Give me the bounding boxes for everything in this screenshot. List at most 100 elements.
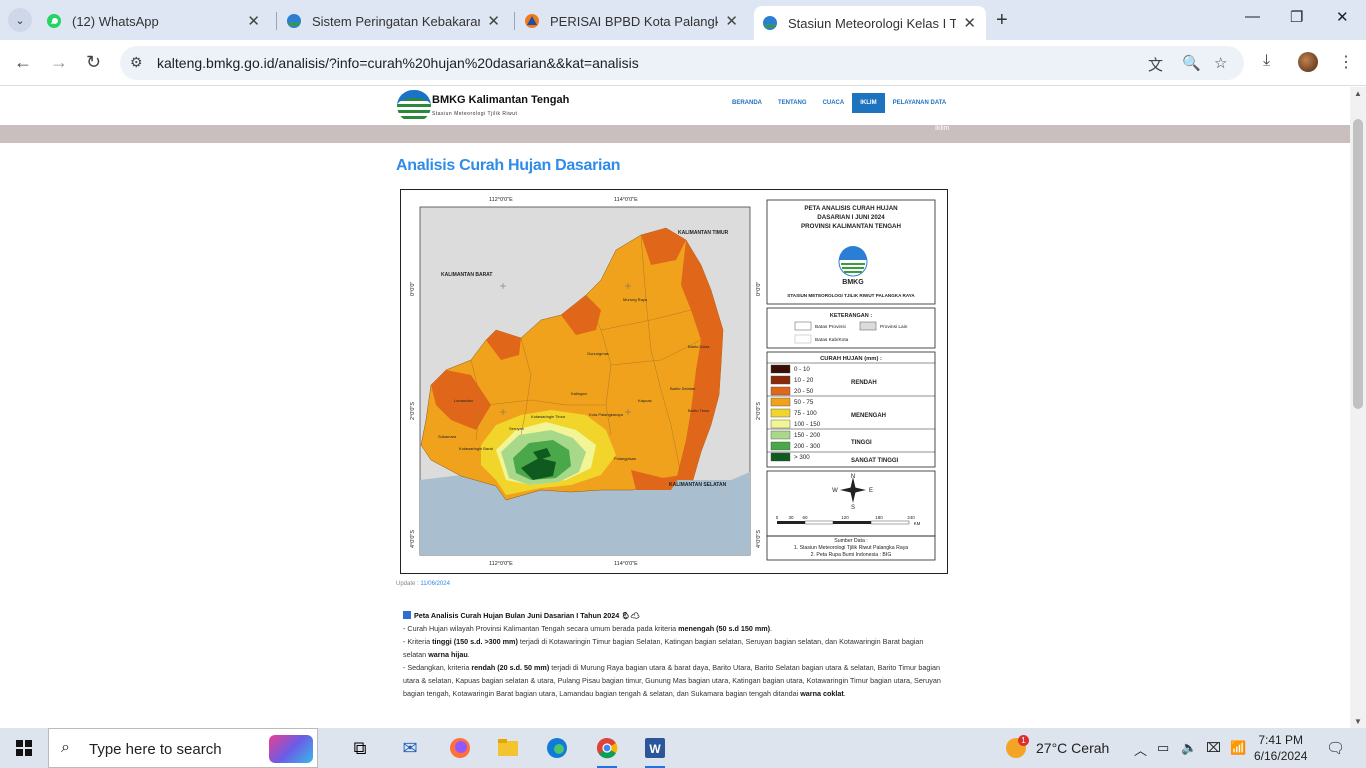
scale-tick: 60 (802, 515, 808, 520)
scale-tick: 180 (875, 515, 883, 520)
close-icon[interactable]: ✕ (963, 14, 976, 32)
search-icon: ⌕ (61, 739, 70, 756)
restore-button[interactable]: ❐ (1290, 8, 1303, 26)
kab-label: Kotawaringin Timur (531, 414, 566, 419)
chevron-up-icon[interactable]: ︿ (1134, 740, 1147, 759)
legend-rows: 0 - 10 10 - 20 20 - 50 50 - 75 75 - 100 100 -… (770, 364, 821, 462)
nav-tentang[interactable]: TENTANG (770, 93, 815, 113)
info-square-icon (403, 611, 411, 619)
profile-avatar[interactable] (1298, 52, 1318, 72)
weather-badge: 1 (1018, 735, 1029, 746)
region-label: KALIMANTAN TIMUR (678, 230, 729, 236)
close-icon[interactable]: ✕ (487, 12, 500, 30)
zoom-icon[interactable]: 🔍 (1182, 54, 1201, 72)
kab-label: Katingan (571, 391, 587, 396)
legend-range: 0 - 10 (794, 366, 810, 373)
keterangan-label: Provinsi Lain (880, 324, 908, 330)
back-arrow-icon[interactable]: ← (14, 52, 32, 73)
close-icon[interactable]: ✕ (247, 12, 260, 30)
sumber-line: 2. Peta Rupa Bumi Indonesia : BIG (811, 552, 892, 558)
legend-swatch (770, 364, 791, 374)
tab-sistem-peringatan[interactable]: Sistem Peringatan Kebakaran H ✕ (278, 6, 510, 36)
grid-label-left: 0°0'0" (410, 282, 416, 296)
url-text[interactable]: kalteng.bmkg.go.id/analisis/?info=curah%… (157, 55, 639, 71)
update-date: 11/06/2024 (420, 581, 450, 587)
rainfall-map-figure: 112°0'0"E 114°0'0"E 112°0'0"E 114°0'0"E … (400, 189, 948, 574)
weather-text[interactable]: 27°C Cerah (1036, 740, 1109, 756)
legend-title: PROVINSI KALIMANTAN TENGAH (801, 223, 901, 230)
system-clock[interactable]: 7:41 PM 6/16/2024 (1254, 732, 1307, 764)
site-header: BMKG Kalimantan Tengah Stasiun Meteorolo… (0, 87, 1350, 125)
update-info: Update : 11/06/2024 (396, 581, 450, 587)
description: Peta Analisis Curah Hujan Bulan Juni Das… (403, 609, 948, 700)
forward-arrow-icon[interactable]: → (50, 52, 68, 73)
tab-label: PERISAI BPBD Kota Palangka Ra (550, 13, 718, 29)
site-info-icon[interactable]: ⚙ (130, 54, 143, 71)
scroll-down-icon[interactable]: ▼ (1354, 717, 1362, 726)
mail-icon[interactable]: ✉ (396, 734, 424, 762)
word-icon[interactable]: W (641, 734, 669, 768)
battery-icon[interactable]: ▭ (1157, 740, 1169, 756)
search-placeholder[interactable]: Type here to search (89, 741, 222, 758)
tab-search-button[interactable]: ⌄ (8, 8, 32, 32)
nav-iklim[interactable]: IKLIM (852, 93, 885, 113)
compass-label: E (869, 488, 873, 494)
legend-range: 75 - 100 (794, 410, 817, 417)
nav-cuaca[interactable]: CUACA (815, 93, 853, 113)
station-text: STASIUN METEOROLOGI TJILIK RIWUT PALANGK… (787, 293, 915, 298)
wifi-icon[interactable]: 📶 (1230, 740, 1246, 756)
browser-toolbar: ← → ↻ ⚙ kalteng.bmkg.go.id/analisis/?inf… (0, 40, 1366, 86)
translate-icon[interactable]: 文 (1148, 54, 1163, 75)
bmkg-logo-icon[interactable] (397, 90, 431, 122)
network-device-icon[interactable]: ⌧ (1206, 740, 1221, 756)
menu-dots-icon[interactable]: ⋮ (1338, 52, 1354, 72)
legend-range: 50 - 75 (794, 399, 814, 406)
tab-whatsapp[interactable]: (12) WhatsApp ✕ (38, 6, 270, 36)
category-label: SANGAT TINGGI (851, 458, 899, 464)
logo-title[interactable]: BMKG Kalimantan Tengah (432, 94, 569, 106)
rainfall-map: 112°0'0"E 114°0'0"E 112°0'0"E 114°0'0"E … (410, 197, 936, 567)
nav-beranda[interactable]: BERANDA (724, 93, 770, 113)
notification-icon[interactable]: 🗨 (1326, 739, 1345, 757)
task-view-icon[interactable]: ⧉ (346, 734, 374, 762)
address-bar[interactable]: ⚙ kalteng.bmkg.go.id/analisis/?info=cura… (120, 46, 1244, 80)
tab-stasiun-meteorologi[interactable]: Stasiun Meteorologi Kelas I Tjili ✕ (754, 6, 986, 40)
bookmark-star-icon[interactable]: ☆ (1214, 54, 1227, 72)
legend-swatch (770, 430, 791, 440)
web-page: BMKG Kalimantan Tengah Stasiun Meteorolo… (0, 87, 1350, 728)
tab-perisai-bpbd[interactable]: PERISAI BPBD Kota Palangka Ra ✕ (516, 6, 748, 36)
kab-label: Sukamara (438, 434, 457, 439)
description-paragraph: - Curah Hujan wilayah Provinsi Kalimanta… (403, 624, 773, 633)
legend-range: 20 - 50 (794, 388, 814, 395)
scroll-up-icon[interactable]: ▲ (1354, 89, 1362, 98)
kab-label: Kotawaringin Barat (459, 446, 494, 451)
minimize-button[interactable]: — (1245, 8, 1260, 25)
kab-label: Lamandau (454, 398, 473, 403)
nav-pelayanan-data[interactable]: PELAYANAN DATA (885, 93, 955, 113)
file-explorer-icon[interactable] (494, 734, 522, 762)
firefox-icon[interactable] (446, 734, 474, 762)
curah-hujan-legend (766, 351, 936, 468)
volume-icon[interactable]: 🔈 (1181, 740, 1197, 756)
batas-kab-swatch (794, 334, 812, 344)
scroll-thumb[interactable] (1353, 119, 1363, 409)
taskbar-search[interactable]: ⌕ Type here to search (48, 728, 318, 768)
windows-start-icon[interactable] (16, 740, 32, 756)
windows-taskbar: ⌕ Type here to search ⧉ ✉ W 1 27°C Cerah… (0, 728, 1366, 768)
legend-title: DASARIAN I JUNI 2024 (817, 214, 885, 221)
download-icon[interactable]: ⤓ (1263, 52, 1270, 70)
legend-swatch (770, 408, 791, 418)
page-scrollbar[interactable]: ▲ ▼ (1350, 87, 1366, 728)
scale-unit: KM (914, 521, 921, 526)
search-highlight-icon[interactable] (269, 735, 313, 763)
edge-icon[interactable] (543, 734, 571, 762)
chrome-icon[interactable] (593, 734, 621, 768)
close-icon[interactable]: ✕ (725, 12, 738, 30)
bpbd-icon (524, 13, 540, 29)
reload-icon[interactable]: ↻ (86, 52, 101, 73)
new-tab-button[interactable]: + (996, 9, 1008, 32)
category-label: MENENGAH (851, 413, 886, 419)
category-label: TINGGI (851, 440, 872, 446)
close-window-button[interactable]: ✕ (1336, 8, 1349, 26)
compass-label: S (851, 505, 855, 511)
